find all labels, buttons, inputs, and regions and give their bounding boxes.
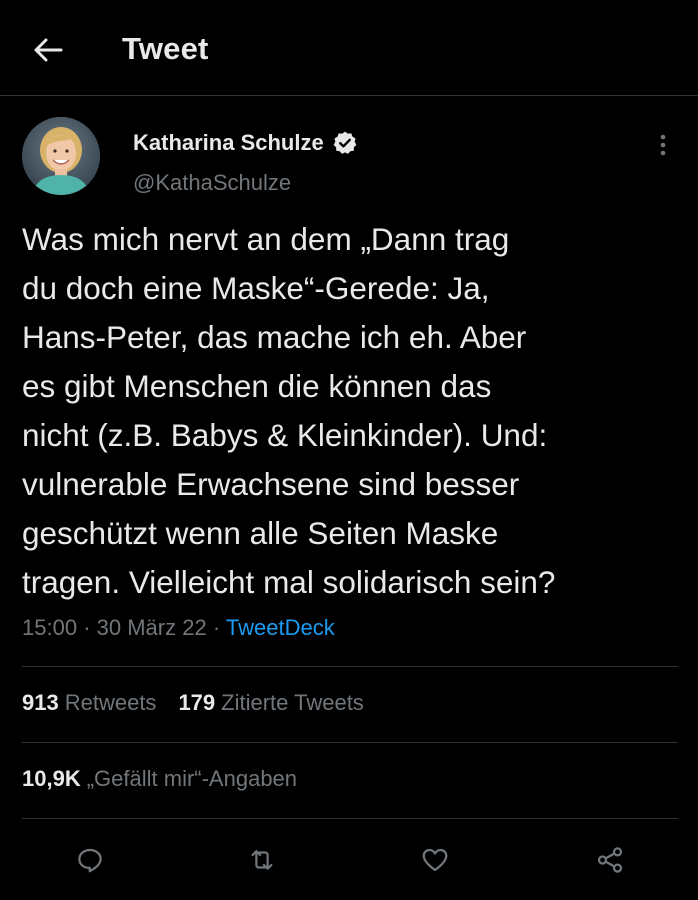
likes-stat[interactable]: 10,9K „Gefällt mir“-Angaben (22, 766, 297, 792)
back-button[interactable] (28, 30, 68, 70)
reply-button[interactable] (68, 838, 112, 882)
retweets-stat[interactable]: 913 Retweets (22, 690, 156, 716)
avatar-image (22, 117, 100, 195)
tweet-date[interactable]: 30 März 22 (97, 615, 207, 640)
verified-badge-icon (332, 130, 358, 156)
author-name[interactable]: Katharina Schulze (133, 130, 358, 156)
retweet-stats-row: 913 Retweets 179 Zitierte Tweets (22, 690, 386, 716)
like-icon (422, 848, 448, 872)
meta-separator: · (212, 615, 226, 640)
tweet-source-link[interactable]: TweetDeck (226, 615, 335, 640)
more-options-button[interactable] (648, 130, 678, 160)
author-handle[interactable]: @KathaSchulze (133, 170, 291, 196)
divider (22, 742, 678, 743)
share-icon (597, 847, 623, 873)
arrow-left-icon (34, 38, 63, 62)
likes-label: „Gefällt mir“-Angaben (86, 766, 298, 791)
divider (22, 818, 678, 819)
likes-stats-row: 10,9K „Gefällt mir“-Angaben (22, 766, 319, 792)
more-vertical-icon (660, 134, 666, 156)
reply-icon (78, 848, 102, 873)
quotes-label: Zitierte Tweets (221, 690, 364, 715)
meta-separator: · (83, 615, 97, 640)
like-button[interactable] (413, 838, 457, 882)
likes-count: 10,9K (22, 766, 81, 791)
author-name-text: Katharina Schulze (133, 130, 324, 155)
tweet-meta: 15:00 · 30 März 22 · TweetDeck (22, 615, 335, 641)
tweet-time[interactable]: 15:00 (22, 615, 77, 640)
retweets-count: 913 (22, 690, 59, 715)
share-button[interactable] (588, 838, 632, 882)
retweets-label: Retweets (64, 690, 157, 715)
avatar[interactable] (22, 117, 100, 195)
top-bar: Tweet (0, 0, 698, 96)
quote-tweets-stat[interactable]: 179 Zitierte Tweets (178, 690, 363, 716)
page-title: Tweet (122, 31, 209, 66)
retweet-button[interactable] (240, 838, 284, 882)
quotes-count: 179 (178, 690, 216, 715)
action-bar (0, 838, 698, 882)
divider (22, 666, 678, 667)
retweet-icon (251, 850, 273, 870)
tweet-text: Was mich nervt an dem „Dann trag du doch… (22, 221, 556, 600)
